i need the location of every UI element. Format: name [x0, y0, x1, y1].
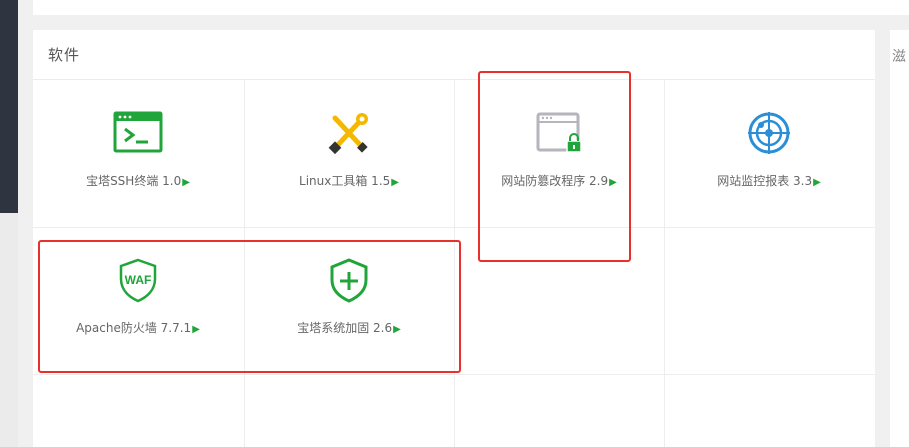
app-label: 网站监控报表 3.3▶ [717, 174, 821, 188]
software-panel: 软件 宝塔SSH终端 1.0▶ Linux工具箱 1.5▶ 网站防篡改程序 2.… [33, 30, 875, 447]
play-arrow-icon: ▶ [391, 177, 399, 188]
panel-title: 软件 [48, 46, 81, 64]
highlight-box [38, 240, 461, 373]
play-arrow-icon: ▶ [813, 177, 821, 188]
right-panel: 滋 [890, 30, 909, 447]
app-label: Linux工具箱 1.5▶ [299, 174, 399, 188]
top-panel-strip [33, 0, 909, 15]
grid-divider [33, 374, 875, 375]
app-label: 宝塔SSH终端 1.0▶ [86, 174, 190, 188]
terminal-icon [113, 110, 163, 156]
play-arrow-icon: ▶ [182, 177, 190, 188]
app-tile-linux-toolbox[interactable]: Linux工具箱 1.5▶ [244, 80, 454, 227]
app-tile-site-monitor[interactable]: 网站监控报表 3.3▶ [664, 80, 874, 227]
tools-icon [324, 110, 374, 156]
radar-icon [744, 110, 794, 156]
left-sidebar [0, 0, 18, 447]
sidebar-dark-region [0, 0, 18, 213]
app-tile-ssh-terminal[interactable]: 宝塔SSH终端 1.0▶ [33, 80, 243, 227]
highlight-box [478, 71, 631, 262]
right-panel-title: 滋 [892, 49, 906, 65]
